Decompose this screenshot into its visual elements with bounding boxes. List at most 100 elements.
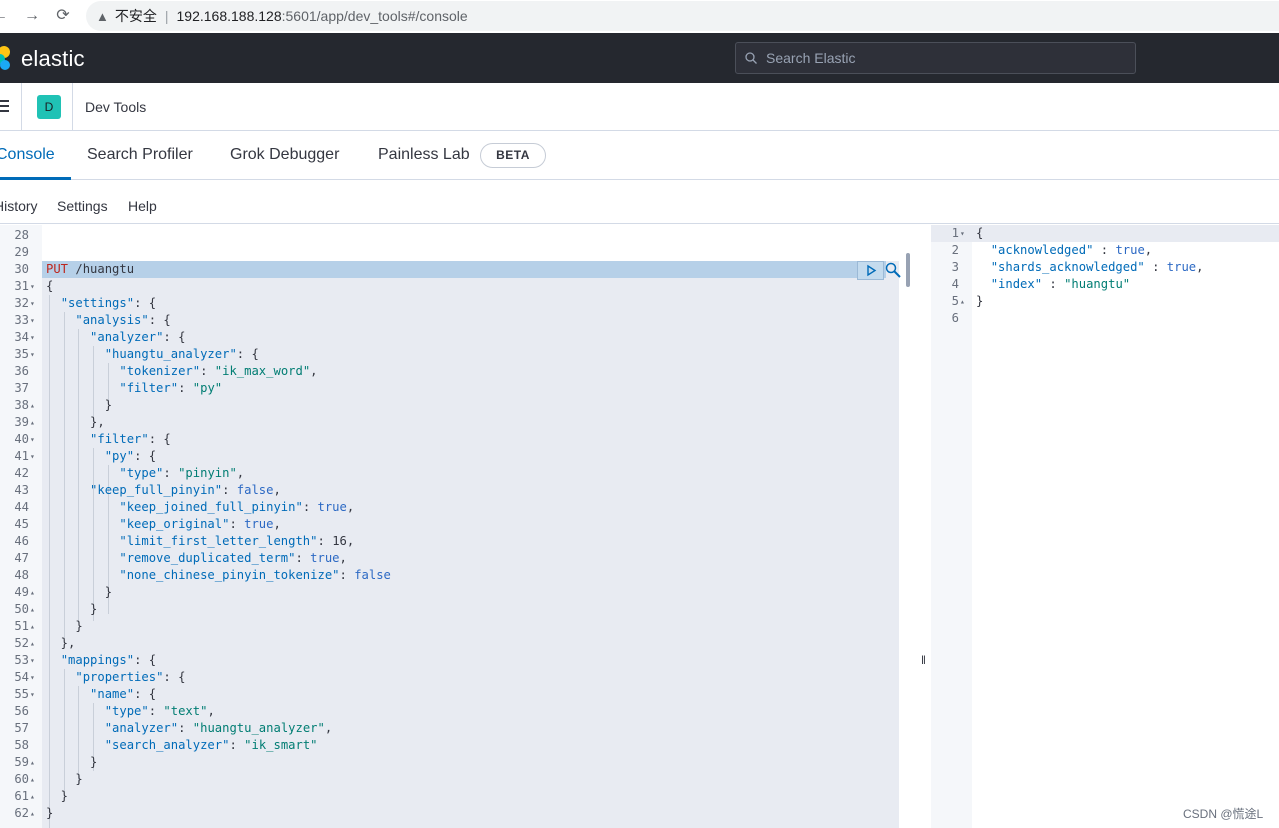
line-number: 28: [14, 228, 29, 242]
code-line[interactable]: 39 ▴ },: [0, 414, 900, 431]
fold-toggle-icon[interactable]: ▴: [30, 635, 38, 652]
arrow-right-icon[interactable]: →: [22, 6, 42, 26]
wrench-icon[interactable]: [884, 261, 902, 279]
token: :: [1144, 260, 1167, 274]
tab-painless-lab[interactable]: Painless Lab: [378, 146, 470, 164]
code-line[interactable]: 44 "keep_joined_full_pinyin": true,: [0, 499, 900, 516]
code-line[interactable]: 1 ▾ {: [931, 225, 1279, 242]
address-bar[interactable]: ▲ 不安全 | 192.168.188.128:5601/app/dev_too…: [86, 1, 1279, 31]
fold-toggle-icon[interactable]: ▴: [30, 771, 38, 788]
fold-toggle-icon[interactable]: ▾: [30, 669, 38, 686]
code-line[interactable]: 49 ▴ }: [0, 584, 900, 601]
code-line[interactable]: 58 "search_analyzer": "ik_smart": [0, 737, 900, 754]
code-line[interactable]: 29: [0, 244, 900, 261]
fold-toggle-icon[interactable]: ▴: [30, 805, 38, 822]
arrow-left-icon[interactable]: ←: [0, 6, 10, 26]
reload-icon[interactable]: ⟳: [53, 6, 73, 26]
tab-search-profiler[interactable]: Search Profiler: [87, 146, 193, 164]
fold-toggle-icon[interactable]: ▴: [30, 618, 38, 635]
code-line[interactable]: 50 ▴ }: [0, 601, 900, 618]
response-output[interactable]: 1 ▾{2 "acknowledged" : true, 3 "shards_ack…: [931, 225, 1279, 828]
security-label[interactable]: 不安全: [115, 6, 157, 26]
code-line[interactable]: 4 "index" : "huangtu": [931, 276, 1279, 293]
url-path[interactable]: :5601/app/dev_tools#/console: [282, 8, 468, 24]
fold-toggle-icon[interactable]: ▾: [30, 686, 38, 703]
elastic-logo-icon[interactable]: [0, 46, 14, 70]
code-line[interactable]: 57 "analyzer": "huangtu_analyzer",: [0, 720, 900, 737]
code-text: }: [46, 771, 82, 788]
console-menu: History Settings Help: [0, 181, 1279, 224]
fold-toggle-icon[interactable]: ▴: [30, 397, 38, 414]
send-request-button[interactable]: [857, 261, 884, 280]
code-line[interactable]: 2 "acknowledged" : true,: [931, 242, 1279, 259]
global-search[interactable]: [735, 42, 1136, 74]
code-line[interactable]: 54 ▾ "properties": {: [0, 669, 900, 686]
fold-toggle-icon[interactable]: ▾: [30, 448, 38, 465]
history-link[interactable]: History: [0, 198, 38, 214]
code-line[interactable]: 35 ▾ "huangtu_analyzer": {: [0, 346, 900, 363]
code-line[interactable]: 62 ▴}: [0, 805, 900, 822]
fold-toggle-icon[interactable]: ▴: [30, 414, 38, 431]
tab-console[interactable]: Console: [0, 146, 55, 164]
code-line[interactable]: 48 "none_chinese_pinyin_tokenize": false: [0, 567, 900, 584]
code-line[interactable]: 3 "shards_acknowledged" : true,: [931, 259, 1279, 276]
fold-toggle-icon[interactable]: ▾: [30, 652, 38, 669]
code-text: "keep_original": true,: [46, 516, 280, 533]
token: :: [229, 738, 245, 752]
line-number: 32: [14, 296, 29, 310]
code-line[interactable]: 51 ▴ }: [0, 618, 900, 635]
line-number: 4: [951, 277, 959, 291]
url-host[interactable]: 192.168.188.128: [177, 8, 282, 24]
fold-toggle-icon[interactable]: ▾: [30, 278, 38, 295]
code-line[interactable]: 32 ▾ "settings": {: [0, 295, 900, 312]
fold-toggle-icon[interactable]: ▴: [30, 788, 38, 805]
code-line[interactable]: 37 "filter": "py": [0, 380, 900, 397]
menu-icon[interactable]: [0, 100, 10, 112]
code-line[interactable]: 53 ▾ "mappings": {: [0, 652, 900, 669]
fold-toggle-icon[interactable]: ▴: [960, 293, 968, 310]
fold-toggle-icon[interactable]: ▴: [30, 584, 38, 601]
code-line[interactable]: 47 "remove_duplicated_term": true,: [0, 550, 900, 567]
code-line[interactable]: 59 ▴ }: [0, 754, 900, 771]
pane-resizer[interactable]: ‖: [910, 225, 931, 828]
code-line[interactable]: 6: [931, 310, 1279, 327]
fold-toggle-icon[interactable]: ▾: [30, 346, 38, 363]
code-line[interactable]: 38 ▴ }: [0, 397, 900, 414]
code-line[interactable]: 28: [0, 227, 900, 244]
resize-grip-icon[interactable]: ‖: [921, 653, 926, 667]
fold-toggle-icon[interactable]: ▾: [30, 329, 38, 346]
tab-grok-debugger[interactable]: Grok Debugger: [230, 146, 339, 164]
help-link[interactable]: Help: [128, 198, 157, 214]
fold-toggle-icon[interactable]: ▴: [30, 754, 38, 771]
search-input[interactable]: [766, 50, 1126, 66]
code-line[interactable]: 45 "keep_original": true,: [0, 516, 900, 533]
fold-toggle-icon[interactable]: ▾: [30, 431, 38, 448]
code-line[interactable]: 61 ▴ }: [0, 788, 900, 805]
code-line[interactable]: 34 ▾ "analyzer": {: [0, 329, 900, 346]
request-editor[interactable]: 28 29 30 PUT /huangtu 31 ▾{32 ▾ "settings": {3…: [0, 225, 910, 828]
settings-link[interactable]: Settings: [57, 198, 108, 214]
code-line[interactable]: 43 "keep_full_pinyin": false,: [0, 482, 900, 499]
code-line[interactable]: 42 "type": "pinyin",: [0, 465, 900, 482]
code-line[interactable]: 40 ▾ "filter": {: [0, 431, 900, 448]
fold-toggle-icon[interactable]: ▾: [30, 295, 38, 312]
code-line[interactable]: 52 ▴ },: [0, 635, 900, 652]
code-line[interactable]: 41 ▾ "py": {: [0, 448, 900, 465]
code-line[interactable]: 60 ▴ }: [0, 771, 900, 788]
code-line[interactable]: 33 ▾ "analysis": {: [0, 312, 900, 329]
code-line[interactable]: 30 PUT /huangtu: [0, 261, 900, 278]
fold-toggle-icon[interactable]: ▾: [30, 312, 38, 329]
code-line[interactable]: 36 "tokenizer": "ik_max_word",: [0, 363, 900, 380]
code-line[interactable]: 46 "limit_first_letter_length": 16,: [0, 533, 900, 550]
code-line[interactable]: 31 ▾ {: [0, 278, 900, 295]
brand-name[interactable]: elastic: [21, 46, 85, 72]
fold-toggle-icon[interactable]: ▴: [30, 601, 38, 618]
fold-toggle-icon[interactable]: ▾: [960, 225, 968, 242]
code-line[interactable]: 56 "type": "text",: [0, 703, 900, 720]
warning-icon[interactable]: ▲: [96, 9, 109, 24]
line-number: 35: [14, 347, 29, 361]
code-line[interactable]: 5 ▴}: [931, 293, 1279, 310]
space-avatar[interactable]: D: [37, 95, 61, 119]
code-line[interactable]: 55 ▾ "name": {: [0, 686, 900, 703]
